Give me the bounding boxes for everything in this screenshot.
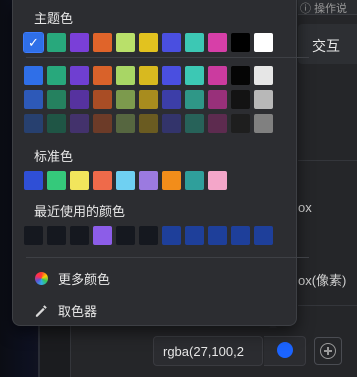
eyedropper-icon <box>35 304 47 317</box>
theme-shade-swatch[interactable] <box>254 66 273 85</box>
recent-color-swatch[interactable] <box>254 226 273 245</box>
recent-color-swatch[interactable] <box>208 226 227 245</box>
standard-color-swatch[interactable] <box>47 171 66 190</box>
property-label: ox <box>298 200 312 215</box>
color-picker-popup: 主题色 标准色 最近使用的颜色 更多颜色 取色器 ✓ <box>12 0 309 326</box>
theme-color-swatch[interactable] <box>185 33 204 52</box>
theme-shade-swatch[interactable] <box>162 66 181 85</box>
theme-shade-swatch[interactable] <box>185 114 204 133</box>
theme-shade-swatch[interactable] <box>254 90 273 109</box>
theme-color-swatch[interactable] <box>70 33 89 52</box>
standard-color-swatch[interactable] <box>208 171 227 190</box>
help-icon: ⓘ <box>300 3 315 15</box>
recent-colors-title: 最近使用的颜色 <box>34 204 126 219</box>
theme-shade-swatch[interactable] <box>139 114 158 133</box>
theme-color-swatch[interactable] <box>208 33 227 52</box>
theme-shade-swatch[interactable] <box>208 114 227 133</box>
recent-color-swatch[interactable] <box>70 226 89 245</box>
theme-shade-swatch[interactable] <box>24 66 43 85</box>
theme-color-swatch[interactable] <box>162 33 181 52</box>
plus-icon <box>327 347 329 355</box>
theme-shade-swatch[interactable] <box>116 90 135 109</box>
theme-color-swatch[interactable] <box>47 33 66 52</box>
recent-color-swatch[interactable] <box>162 226 181 245</box>
theme-color-swatch[interactable] <box>116 33 135 52</box>
current-color-swatch[interactable] <box>277 342 293 358</box>
theme-shade-swatch[interactable] <box>139 66 158 85</box>
theme-shade-swatch[interactable] <box>70 90 89 109</box>
section-separator <box>26 57 309 58</box>
more-colors-label[interactable]: 更多颜色 <box>58 269 110 288</box>
theme-shade-swatch[interactable] <box>70 114 89 133</box>
theme-shade-swatch[interactable] <box>47 90 66 109</box>
panel-divider <box>298 160 357 161</box>
property-unit-label: ox(像素) <box>298 273 347 288</box>
theme-shade-swatch[interactable] <box>93 66 112 85</box>
theme-shade-swatch[interactable] <box>139 90 158 109</box>
recent-color-swatch[interactable] <box>24 226 43 245</box>
theme-shade-swatch[interactable] <box>24 90 43 109</box>
checkmark-icon: ✓ <box>28 35 39 50</box>
standard-color-swatch[interactable] <box>185 171 204 190</box>
theme-color-swatch[interactable] <box>231 33 250 52</box>
theme-color-swatch[interactable] <box>254 33 273 52</box>
eyedropper-label[interactable]: 取色器 <box>58 301 97 320</box>
tab-interaction-label[interactable]: 交互 <box>312 36 340 56</box>
theme-shade-swatch[interactable] <box>70 66 89 85</box>
theme-shade-swatch[interactable] <box>93 114 112 133</box>
standard-color-swatch[interactable] <box>24 171 43 190</box>
theme-shade-swatch[interactable] <box>162 114 181 133</box>
theme-color-swatch[interactable]: ✓ <box>23 32 44 53</box>
eyedropper-item[interactable]: 取色器 <box>35 300 97 320</box>
theme-shade-swatch[interactable] <box>47 114 66 133</box>
standard-color-swatch[interactable] <box>70 171 89 190</box>
panel-divider <box>298 305 357 306</box>
recent-color-swatch[interactable] <box>139 226 158 245</box>
recent-color-swatch[interactable] <box>116 226 135 245</box>
recent-color-swatch[interactable] <box>93 226 112 245</box>
theme-shade-swatch[interactable] <box>185 66 204 85</box>
theme-shade-swatch[interactable] <box>116 66 135 85</box>
color-wheel-icon <box>35 271 48 285</box>
theme-shade-swatch[interactable] <box>116 114 135 133</box>
theme-shade-swatch[interactable] <box>231 90 250 109</box>
operation-doc-link[interactable]: ⓘ 操作说 <box>300 0 347 16</box>
section-separator <box>26 257 309 258</box>
theme-shade-swatch[interactable] <box>47 66 66 85</box>
theme-shade-swatch[interactable] <box>162 90 181 109</box>
add-button[interactable] <box>314 337 342 365</box>
theme-colors-title: 主题色 <box>34 11 74 26</box>
standard-colors-title: 标准色 <box>34 149 74 164</box>
recent-color-swatch[interactable] <box>185 226 204 245</box>
theme-shade-swatch[interactable] <box>231 114 250 133</box>
theme-shade-swatch[interactable] <box>24 114 43 133</box>
theme-shade-swatch[interactable] <box>185 90 204 109</box>
recent-color-swatch[interactable] <box>47 226 66 245</box>
theme-shade-swatch[interactable] <box>208 66 227 85</box>
standard-color-swatch[interactable] <box>116 171 135 190</box>
theme-shade-swatch[interactable] <box>208 90 227 109</box>
standard-color-swatch[interactable] <box>139 171 158 190</box>
recent-color-swatch[interactable] <box>231 226 250 245</box>
theme-shade-swatch[interactable] <box>231 66 250 85</box>
theme-shade-swatch[interactable] <box>93 90 112 109</box>
theme-color-swatch[interactable] <box>139 33 158 52</box>
standard-color-swatch[interactable] <box>93 171 112 190</box>
theme-shade-swatch[interactable] <box>254 114 273 133</box>
more-colors-item[interactable]: 更多颜色 <box>35 268 110 288</box>
theme-color-swatch[interactable] <box>93 33 112 52</box>
standard-color-swatch[interactable] <box>162 171 181 190</box>
color-value-text[interactable]: rgba(27,100,2 <box>163 344 255 359</box>
